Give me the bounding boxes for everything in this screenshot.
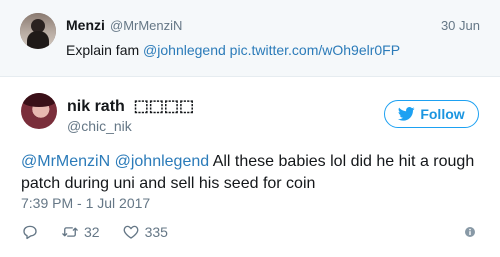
parent-text: Explain fam @johnlegend pic.twitter.com/… — [66, 42, 400, 58]
like-count: 335 — [144, 224, 168, 240]
parent-mention-link[interactable]: @johnlegend — [143, 42, 226, 58]
mention-link-2[interactable]: @johnlegend — [115, 153, 210, 170]
parent-author-name[interactable]: Menzi — [66, 17, 105, 33]
like-button[interactable]: 335 — [122, 223, 168, 241]
parent-author-handle[interactable]: @MrMenziN — [110, 18, 182, 33]
info-icon[interactable] — [465, 227, 475, 237]
parent-tweet[interactable]: Menzi @MrMenziN 30 Jun Explain fam @john… — [0, 0, 500, 77]
heart-icon — [123, 225, 138, 239]
parent-media-link[interactable]: pic.twitter.com/wOh9elr0FP — [230, 42, 400, 58]
follow-button[interactable]: Follow — [384, 100, 479, 128]
author-avatar[interactable] — [21, 93, 57, 129]
reply-button[interactable] — [21, 223, 39, 241]
author-name[interactable]: nik rath ⬚⬚⬚⬚ — [67, 96, 194, 116]
parent-date[interactable]: 30 Jun — [441, 18, 480, 33]
parent-text-prefix: Explain fam — [66, 42, 144, 58]
parent-avatar[interactable] — [20, 13, 56, 49]
author-handle[interactable]: @chic_nik — [67, 118, 132, 134]
tweet-text: @MrMenziN @johnlegend All these babies l… — [21, 151, 491, 195]
tweet-actions: 32 335 — [21, 222, 190, 242]
tweet-timestamp[interactable]: 7:39 PM - 1 Jul 2017 — [21, 195, 150, 211]
retweet-icon — [62, 227, 78, 237]
retweet-button[interactable]: 32 — [61, 223, 100, 241]
twitter-bird-icon — [398, 107, 415, 121]
follow-label: Follow — [420, 106, 465, 122]
retweet-count: 32 — [84, 224, 100, 240]
mention-link-1[interactable]: @MrMenziN — [21, 153, 110, 170]
reply-icon — [23, 225, 37, 240]
